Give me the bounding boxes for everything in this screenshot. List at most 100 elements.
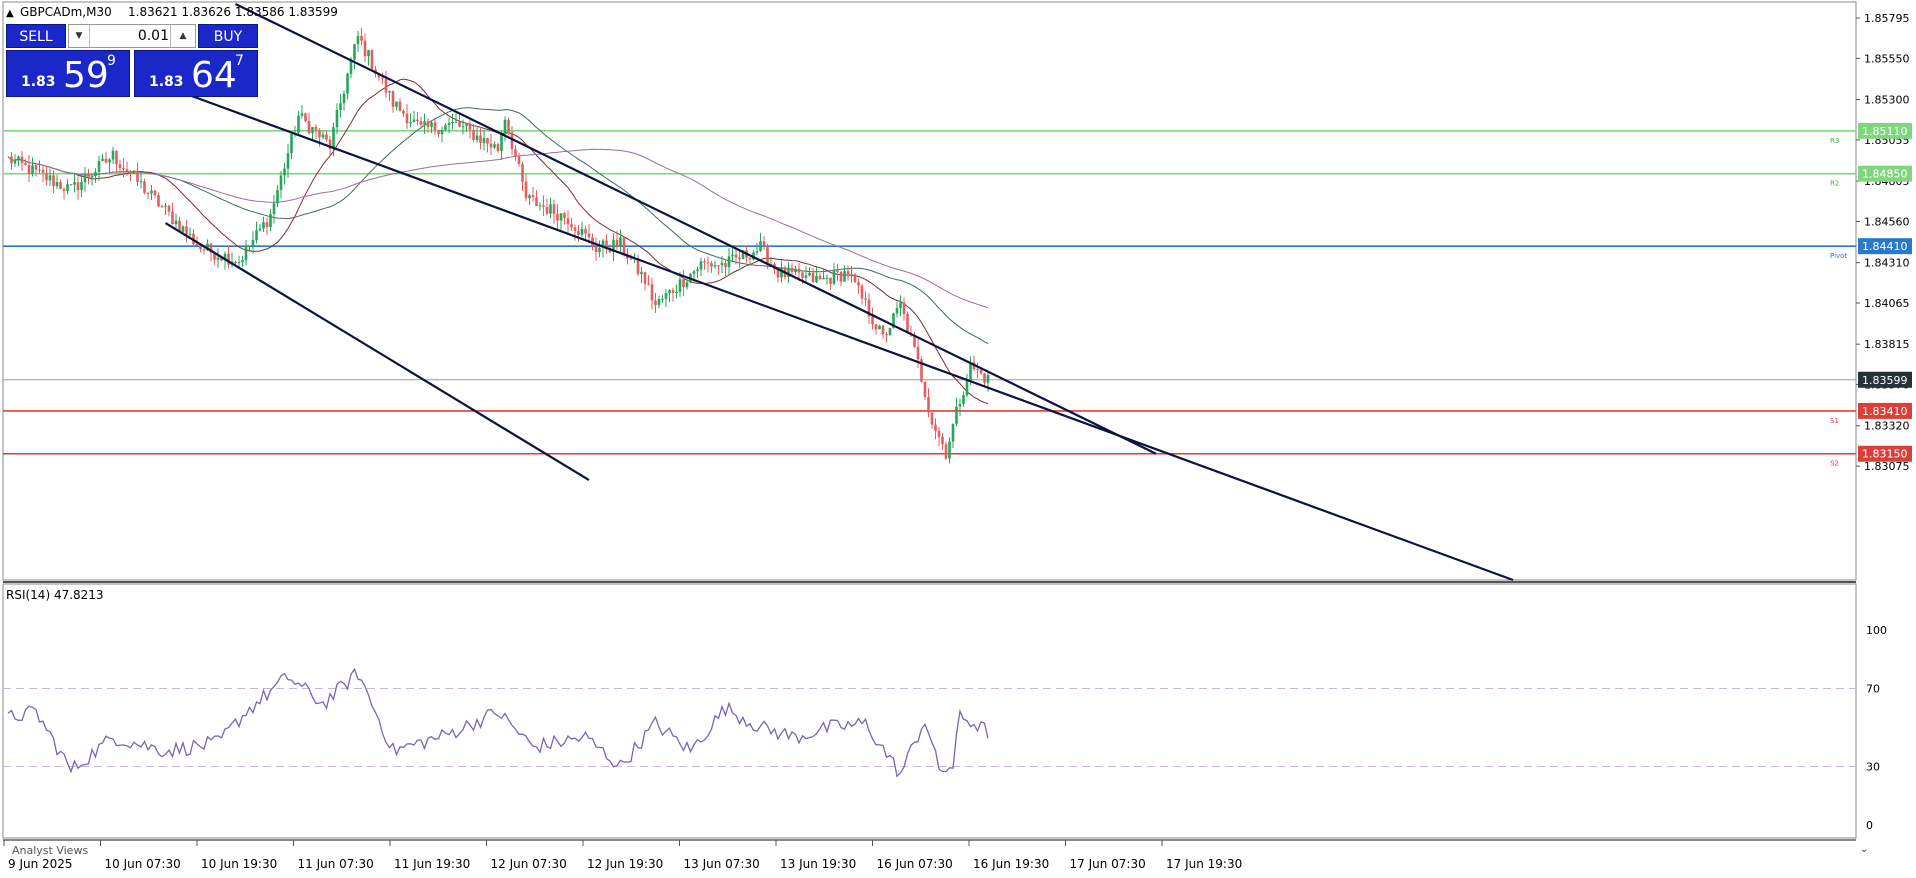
chart-canvas[interactable]: R3 R2 Pivot S1 S2 100 70 30 0 1.85795 1.85550 1.8… xyxy=(0,0,1916,874)
candle-body xyxy=(556,213,559,221)
ask-price-button[interactable]: 1.83 64 7 xyxy=(134,50,258,97)
candle-body xyxy=(265,222,269,228)
candle-body xyxy=(13,160,17,164)
candle-body xyxy=(794,268,797,273)
level-price-label-r3: 1.85110 xyxy=(1862,125,1908,138)
candle-body xyxy=(10,156,13,164)
candle-body xyxy=(262,222,265,229)
candle-body xyxy=(521,163,524,182)
candle-body xyxy=(923,381,927,398)
candle-body xyxy=(822,277,825,280)
sell-button[interactable]: SELL xyxy=(6,24,66,48)
candle-body xyxy=(409,121,412,124)
time-tick-label: 16 Jun 19:30 xyxy=(973,857,1049,871)
candle-body xyxy=(524,181,528,199)
scroll-end-icon[interactable]: ⌄ xyxy=(1860,844,1868,855)
ask-price-fraction: 7 xyxy=(235,53,244,69)
candle-body xyxy=(538,205,542,207)
level-price-label-pivot: 1.84410 xyxy=(1862,240,1908,253)
candle-body xyxy=(580,228,584,235)
ask-price-pips: 64 xyxy=(191,55,237,96)
time-tick-label: 10 Jun 19:30 xyxy=(201,857,277,871)
candle-body xyxy=(531,195,535,198)
price-tick-label: 1.84065 xyxy=(1864,297,1910,310)
lot-dropdown-icon[interactable]: ▼ xyxy=(69,25,90,47)
candle-body xyxy=(804,275,808,278)
candle-body xyxy=(678,279,682,292)
lot-size-field[interactable]: ▼ 0.01 ▲ xyxy=(68,24,196,48)
level-tag-s1: S1 xyxy=(1830,417,1839,425)
candle-body xyxy=(713,265,717,267)
candle-body xyxy=(444,125,447,130)
candle-body xyxy=(181,226,185,232)
candle-body xyxy=(384,78,388,93)
candle-body xyxy=(619,237,622,248)
time-tick-label: 12 Jun 19:30 xyxy=(587,857,663,871)
candle-body xyxy=(419,121,423,125)
candle-body xyxy=(850,274,853,276)
candle-body xyxy=(472,129,475,141)
candle-body xyxy=(818,275,822,280)
price-tick-label: 1.84310 xyxy=(1864,257,1910,270)
candle-body xyxy=(38,169,41,171)
candle-body xyxy=(955,406,958,424)
candle-body xyxy=(136,170,139,182)
bid-price-button[interactable]: 1.83 59 9 xyxy=(6,50,130,97)
candle-body xyxy=(125,169,129,173)
candle-body xyxy=(370,50,374,70)
candle-body xyxy=(696,269,699,272)
candle-body xyxy=(825,277,829,279)
candle-body xyxy=(829,277,832,284)
candle-body xyxy=(493,144,496,148)
candle-body xyxy=(475,135,479,141)
price-tick-label: 1.83075 xyxy=(1864,460,1910,473)
candle-body xyxy=(398,101,402,111)
lot-size-value[interactable]: 0.01 xyxy=(91,25,169,47)
candle-body xyxy=(573,227,577,232)
level-tag-pivot: Pivot xyxy=(1830,252,1847,260)
candle-body xyxy=(45,172,48,181)
candle-body xyxy=(90,176,94,178)
candle-body xyxy=(360,35,363,41)
candle-body xyxy=(675,291,678,294)
candle-body xyxy=(150,190,153,194)
candle-body xyxy=(185,226,188,235)
candle-body xyxy=(314,127,318,131)
candle-body xyxy=(664,293,668,299)
candle-body xyxy=(710,263,713,267)
candle-body xyxy=(216,257,220,260)
candle-body xyxy=(129,172,132,174)
candle-body xyxy=(241,260,244,263)
candle-body xyxy=(885,333,888,336)
bottom-analyst-views-label[interactable]: Analyst Views xyxy=(12,844,88,857)
candle-body xyxy=(731,254,734,257)
candle-body xyxy=(59,182,62,189)
candle-body xyxy=(234,261,237,264)
time-tick-label: 16 Jun 07:30 xyxy=(877,857,953,871)
candle-body xyxy=(559,213,563,221)
time-tick-label: 17 Jun 07:30 xyxy=(1070,857,1146,871)
lot-stepper-icon[interactable]: ▲ xyxy=(170,25,195,47)
level-tag-r3: R3 xyxy=(1830,137,1839,145)
candle-body xyxy=(965,381,969,396)
price-tick-label: 1.85300 xyxy=(1864,94,1910,107)
candle-body xyxy=(682,279,685,288)
candle-body xyxy=(395,101,398,107)
candle-body xyxy=(437,130,440,135)
candle-body xyxy=(643,272,647,284)
candle-body xyxy=(843,271,846,282)
candle-body xyxy=(724,262,727,268)
collapse-arrow-icon[interactable]: ▲ xyxy=(6,8,14,19)
buy-button[interactable]: BUY xyxy=(198,24,258,48)
time-tick-label: 17 Jun 19:30 xyxy=(1166,857,1242,871)
candle-body xyxy=(801,272,804,278)
candle-body xyxy=(458,121,461,127)
candle-body xyxy=(902,302,906,314)
candle-body xyxy=(552,204,556,214)
candle-body xyxy=(251,239,255,246)
candle-body xyxy=(258,228,262,231)
candle-body xyxy=(500,134,503,152)
candle-body xyxy=(706,262,710,264)
candle-body xyxy=(489,143,493,148)
candle-body xyxy=(391,90,395,107)
